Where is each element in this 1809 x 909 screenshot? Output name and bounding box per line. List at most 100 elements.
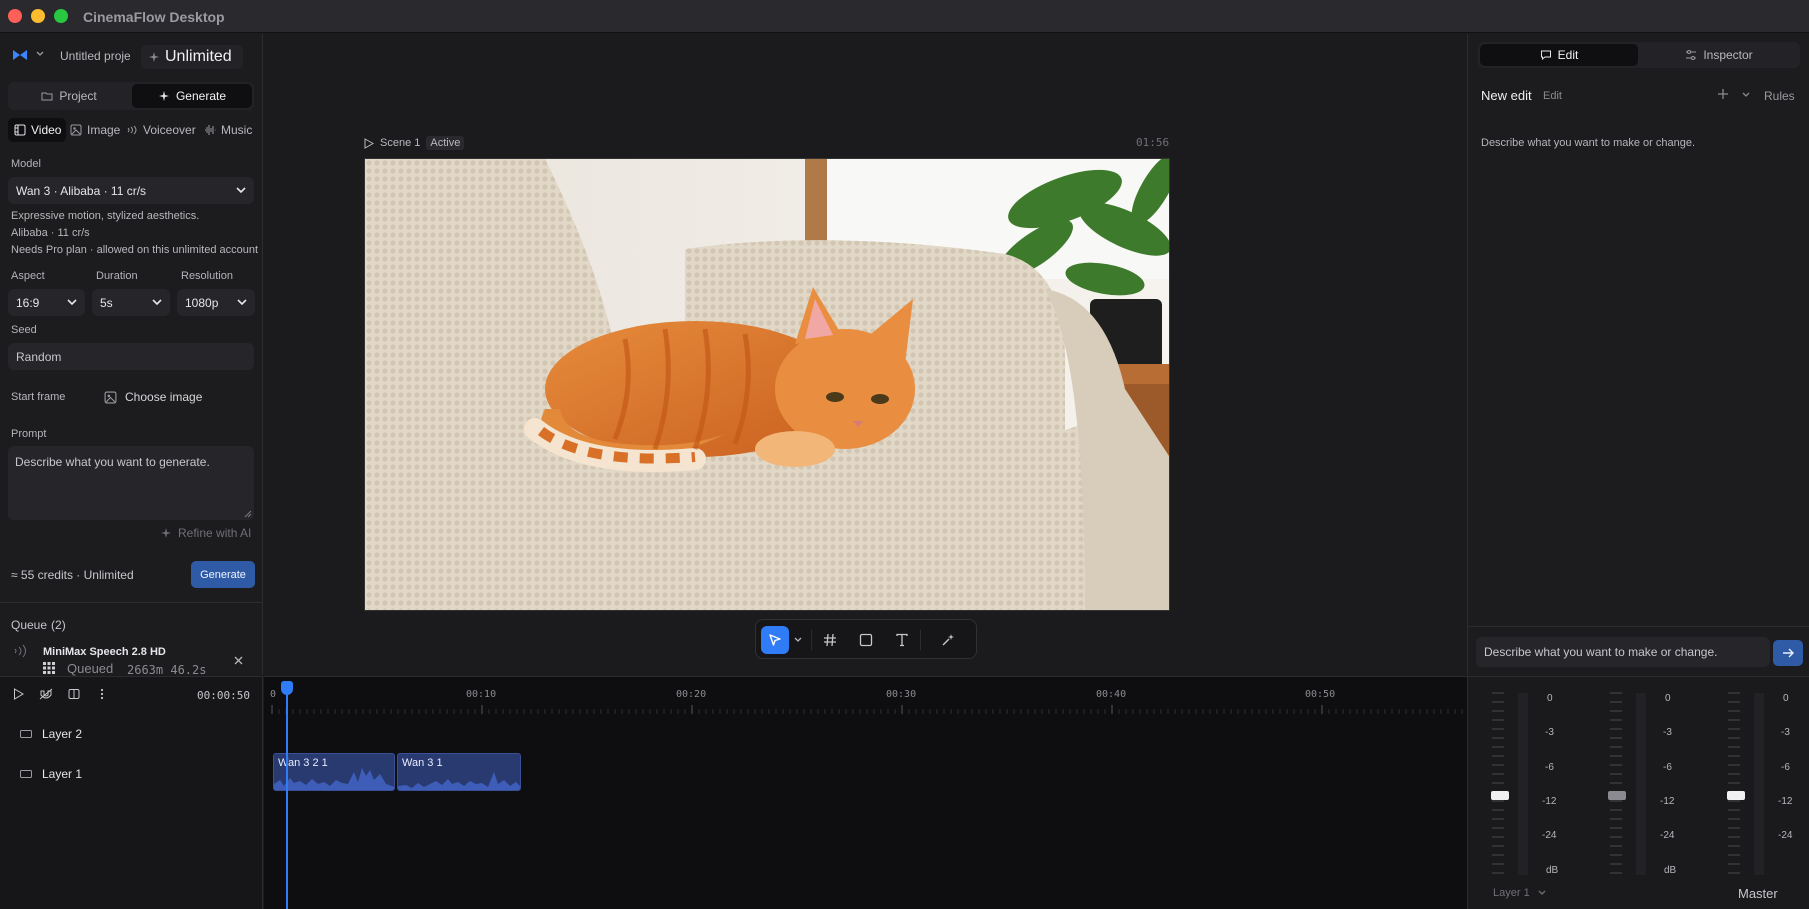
voice-icon xyxy=(12,644,30,658)
sparkle-icon xyxy=(149,52,159,62)
db-scale-label: -3 xyxy=(1663,727,1672,738)
more-options-button[interactable] xyxy=(100,688,104,700)
tab-edit[interactable]: Edit xyxy=(1480,44,1638,66)
play-icon[interactable] xyxy=(364,137,374,149)
rules-button[interactable]: Rules xyxy=(1764,89,1795,103)
magic-wand-icon xyxy=(942,634,954,646)
edit-tag: Edit xyxy=(1543,90,1562,102)
seed-input[interactable]: Random xyxy=(8,343,254,370)
hash-icon xyxy=(824,633,836,647)
tool-options-dropdown[interactable] xyxy=(789,626,807,654)
chevron-down-icon xyxy=(794,637,802,642)
resize-handle-icon[interactable] xyxy=(244,510,252,518)
arrow-right-icon xyxy=(1783,648,1794,658)
new-edit-title: New edit xyxy=(1481,88,1532,103)
close-window-button[interactable] xyxy=(8,9,22,23)
ai-tool-button[interactable] xyxy=(934,626,962,654)
queue-header: Queue (2) xyxy=(11,618,66,632)
timeline[interactable]: 0 00:10 00:20 00:30 00:40 00:50 Wan 3 2 … xyxy=(264,676,1467,909)
edit-hint: Describe what you want to make or change… xyxy=(1481,137,1696,149)
tab-project[interactable]: Project xyxy=(10,84,128,108)
timeline-clip[interactable]: Wan 3 2 1 xyxy=(273,753,395,791)
db-scale-label: 0 xyxy=(1665,693,1671,704)
tab-image[interactable]: Image xyxy=(70,118,120,142)
db-scale-label: -12 xyxy=(1660,796,1675,807)
chevron-down-icon xyxy=(67,299,77,306)
model-select[interactable]: Wan 3 · Alibaba · 11 cr/s xyxy=(8,177,254,204)
duration-select[interactable]: 5s xyxy=(92,289,170,316)
send-button[interactable] xyxy=(1773,640,1803,666)
minimize-window-button[interactable] xyxy=(31,9,45,23)
resolution-value: 1080p xyxy=(185,295,219,310)
close-icon[interactable] xyxy=(234,656,243,665)
db-scale-label: -3 xyxy=(1545,727,1554,738)
divider xyxy=(0,602,263,603)
tab-music[interactable]: Music xyxy=(204,118,252,142)
choose-image-button[interactable]: Choose image xyxy=(104,387,202,407)
layer-row[interactable]: Layer 2 xyxy=(20,727,82,741)
tab-generate[interactable]: Generate xyxy=(132,84,252,108)
columns-icon xyxy=(68,689,80,699)
chevron-down-icon[interactable] xyxy=(36,51,44,57)
db-scale-label: -6 xyxy=(1781,762,1790,773)
db-scale-label: -6 xyxy=(1663,762,1672,773)
playhead-line xyxy=(286,693,288,909)
layer-label: Layer 2 xyxy=(42,727,83,741)
tab-voiceover[interactable]: Voiceover xyxy=(126,118,196,142)
refine-with-ai-button[interactable]: Refine with AI xyxy=(160,526,251,540)
db-scale-label: -12 xyxy=(1542,796,1557,807)
timeline-clip[interactable]: Wan 3 1 xyxy=(397,753,521,791)
ruler-label: 00:50 xyxy=(1305,689,1336,700)
sparkles-icon xyxy=(158,91,169,101)
audio-mixer: 0 -3 -6 -12 -24 dB 0 -3 -6 -12 -24 dB 0 … xyxy=(1467,676,1809,909)
select-tool-button[interactable] xyxy=(761,626,789,654)
chevron-down-icon xyxy=(236,187,246,194)
timeline-controls: 00:00:50 Layer 2 Layer 1 xyxy=(0,676,263,909)
tab-video[interactable]: Video xyxy=(8,118,66,142)
resolution-select[interactable]: 1080p xyxy=(177,289,255,316)
app-title: CinemaFlow Desktop xyxy=(83,9,225,25)
generate-button[interactable]: Generate xyxy=(191,561,255,588)
text-tool-button[interactable] xyxy=(888,626,916,654)
level-meter xyxy=(1636,693,1646,875)
fader-knob[interactable] xyxy=(1491,791,1509,800)
level-meter xyxy=(1518,693,1528,875)
divider xyxy=(811,630,812,650)
play-button[interactable] xyxy=(13,688,24,700)
layer-row[interactable]: Layer 1 xyxy=(20,767,82,781)
tab-inspector[interactable]: Inspector xyxy=(1640,44,1798,66)
edit-options-dropdown[interactable] xyxy=(1742,92,1750,98)
resolution-label: Resolution xyxy=(181,270,233,282)
app-logo-icon[interactable] xyxy=(12,49,28,61)
magnet-slash-icon xyxy=(39,688,53,700)
fader-knob[interactable] xyxy=(1727,791,1745,800)
right-tabs: Edit Inspector xyxy=(1478,42,1800,68)
chevron-down-icon xyxy=(1742,92,1750,97)
video-preview[interactable] xyxy=(364,158,1170,611)
snap-button[interactable] xyxy=(39,688,53,700)
add-edit-button[interactable] xyxy=(1717,88,1729,100)
waveform-icon xyxy=(205,125,216,135)
queue-item-title: MiniMax Speech 2.8 HD xyxy=(43,646,166,658)
fader-knob[interactable] xyxy=(1608,791,1626,800)
project-name[interactable]: Untitled project xyxy=(60,49,130,63)
tab-music-label: Music xyxy=(221,123,253,137)
grid-tool-button[interactable] xyxy=(816,626,844,654)
tab-voiceover-label: Voiceover xyxy=(143,123,196,137)
queue-title: Queue xyxy=(11,618,48,632)
start-frame-label: Start frame xyxy=(11,391,66,403)
layer-select[interactable]: Layer 1 xyxy=(1493,887,1546,899)
title-bar: CinemaFlow Desktop xyxy=(0,0,1809,33)
duration-value: 5s xyxy=(100,295,113,310)
db-scale-label: -3 xyxy=(1781,727,1790,738)
split-view-button[interactable] xyxy=(68,688,80,700)
zoom-window-button[interactable] xyxy=(54,9,68,23)
prompt-input[interactable]: Describe what you want to generate. xyxy=(8,446,254,520)
edit-input[interactable]: Describe what you want to make or change… xyxy=(1476,637,1770,667)
credits-estimate: ≈ 55 credits · Unlimited xyxy=(11,568,134,582)
aspect-select[interactable]: 16:9 xyxy=(8,289,85,316)
plan-badge-label: Unlimited xyxy=(165,48,232,65)
waveform xyxy=(274,768,394,790)
chevron-down-icon xyxy=(237,299,247,306)
frame-tool-button[interactable] xyxy=(852,626,880,654)
